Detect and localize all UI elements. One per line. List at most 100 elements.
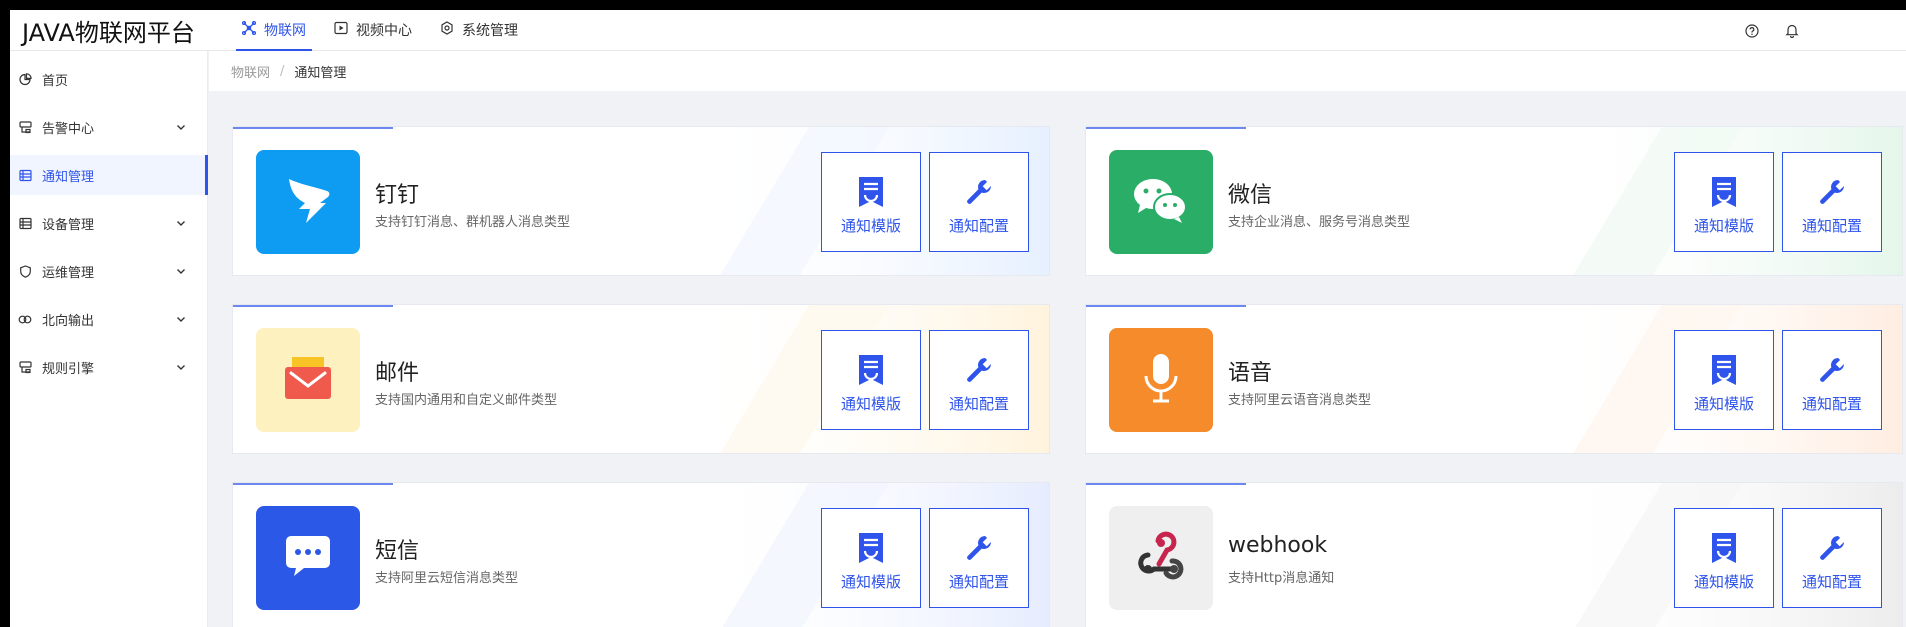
channel-logo — [256, 506, 360, 610]
wrench-icon — [1817, 531, 1847, 565]
wrench-icon — [1817, 353, 1847, 387]
channel-actions: 通知模版 通知配置 — [1674, 330, 1882, 430]
chevron-down-icon — [175, 361, 187, 373]
channel-desc: 支持Http消息通知 — [1228, 571, 1335, 586]
sidebar: 首页 告警中心 通知管理 设备管理 运维管理 北向输出 规则引擎 — [10, 51, 208, 627]
wrench-icon — [964, 531, 994, 565]
chevron-down-icon — [175, 217, 187, 229]
chevron-down-icon — [175, 265, 187, 277]
channel-card-voice: 语音 支持阿里云语音消息类型 通知模版 通知配置 — [1085, 304, 1903, 454]
template-doc-icon — [856, 531, 886, 565]
sidebar-item-label: 规则引擎 — [42, 361, 95, 377]
top-nav: 物联网 视频中心 系统管理 — [228, 10, 532, 51]
alarm-icon — [18, 120, 32, 134]
sidebar-item-ops[interactable]: 运维管理 — [10, 251, 207, 291]
sms-chat-icon — [284, 534, 332, 582]
top-header: JAVA物联网平台 物联网 视频中心 系统管理 — [10, 10, 1906, 51]
template-doc-icon — [1709, 531, 1739, 565]
breadcrumb-current: 通知管理 — [294, 65, 347, 81]
wechat-icon — [1131, 175, 1191, 229]
config-button-label: 通知配置 — [948, 217, 1009, 235]
webhook-icon — [1134, 531, 1188, 585]
config-button[interactable]: 通知配置 — [929, 330, 1029, 430]
template-button-label: 通知模版 — [1693, 573, 1754, 591]
help-icon[interactable] — [1744, 23, 1760, 39]
channel-actions: 通知模版 通知配置 — [821, 330, 1029, 430]
template-doc-icon — [856, 175, 886, 209]
config-button-label: 通知配置 — [1801, 573, 1862, 591]
template-button[interactable]: 通知模版 — [1674, 330, 1774, 430]
bell-icon[interactable] — [1784, 23, 1800, 39]
channel-card-email: 邮件 支持国内通用和自定义邮件类型 通知模版 通知配置 — [232, 304, 1050, 454]
channel-card-sms: 短信 支持阿里云短信消息类型 通知模版 通知配置 — [232, 482, 1050, 627]
dingtalk-icon — [283, 173, 333, 231]
channel-logo — [256, 150, 360, 254]
sidebar-item-label: 设备管理 — [42, 217, 95, 233]
template-doc-icon — [1709, 175, 1739, 209]
template-button[interactable]: 通知模版 — [821, 330, 921, 430]
breadcrumb: 物联网 / 通知管理 — [209, 51, 1906, 91]
template-button[interactable]: 通知模版 — [821, 508, 921, 608]
wrench-icon — [1817, 175, 1847, 209]
config-button-label: 通知配置 — [948, 573, 1009, 591]
northbound-icon — [18, 312, 32, 326]
ops-shield-icon — [18, 264, 32, 278]
channel-desc: 支持阿里云语音消息类型 — [1228, 393, 1372, 408]
sidebar-item-alarm[interactable]: 告警中心 — [10, 107, 207, 147]
sidebar-item-home[interactable]: 首页 — [10, 59, 207, 99]
sidebar-item-label: 通知管理 — [42, 169, 95, 185]
channel-title: 邮件 — [375, 361, 420, 386]
config-button[interactable]: 通知配置 — [1782, 508, 1882, 608]
sidebar-item-rule-engine[interactable]: 规则引擎 — [10, 347, 207, 387]
chevron-down-icon — [175, 121, 187, 133]
channel-desc: 支持国内通用和自定义邮件类型 — [375, 393, 558, 408]
wrench-icon — [964, 175, 994, 209]
channel-card-dingtalk: 钉钉 支持钉钉消息、群机器人消息类型 通知模版 通知配置 — [232, 126, 1050, 276]
top-nav-label: 视频中心 — [356, 23, 412, 39]
sidebar-item-label: 首页 — [42, 73, 69, 89]
channel-title: 钉钉 — [375, 183, 420, 208]
template-button[interactable]: 通知模版 — [1674, 152, 1774, 252]
sidebar-item-label: 告警中心 — [42, 121, 95, 137]
rule-engine-icon — [18, 360, 32, 374]
channel-title: 短信 — [375, 539, 420, 564]
template-button[interactable]: 通知模版 — [1674, 508, 1774, 608]
config-button-label: 通知配置 — [948, 395, 1009, 413]
channel-logo — [1109, 150, 1213, 254]
template-button-label: 通知模版 — [840, 217, 901, 235]
template-button[interactable]: 通知模版 — [821, 152, 921, 252]
breadcrumb-parent[interactable]: 物联网 — [231, 62, 270, 81]
sidebar-item-northbound[interactable]: 北向输出 — [10, 299, 207, 339]
channel-title: 微信 — [1228, 183, 1273, 208]
channel-logo — [256, 328, 360, 432]
top-nav-video[interactable]: 视频中心 — [320, 10, 426, 51]
sidebar-item-notify[interactable]: 通知管理 — [10, 155, 208, 195]
template-button-label: 通知模版 — [1693, 217, 1754, 235]
template-button-label: 通知模版 — [840, 395, 901, 413]
top-nav-label: 系统管理 — [462, 23, 518, 39]
config-button[interactable]: 通知配置 — [1782, 152, 1882, 252]
notify-list-icon — [18, 168, 32, 182]
email-icon — [283, 355, 333, 405]
top-nav-iot[interactable]: 物联网 — [228, 10, 320, 51]
channel-desc: 支持钉钉消息、群机器人消息类型 — [375, 215, 571, 230]
breadcrumb-separator: / — [280, 63, 285, 79]
channel-title: webhook — [1228, 533, 1328, 558]
top-nav-system[interactable]: 系统管理 — [426, 10, 532, 51]
config-button-label: 通知配置 — [1801, 395, 1862, 413]
sidebar-item-device[interactable]: 设备管理 — [10, 203, 207, 243]
video-play-icon — [334, 21, 348, 39]
channel-desc: 支持企业消息、服务号消息类型 — [1228, 215, 1411, 230]
template-button-label: 通知模版 — [840, 573, 901, 591]
system-settings-icon — [440, 21, 454, 39]
device-list-icon — [18, 216, 32, 230]
template-doc-icon — [1709, 353, 1739, 387]
channel-card-webhook: webhook 支持Http消息通知 通知模版 通知配置 — [1085, 482, 1903, 627]
channel-actions: 通知模版 通知配置 — [1674, 152, 1882, 252]
channel-actions: 通知模版 通知配置 — [1674, 508, 1882, 608]
config-button[interactable]: 通知配置 — [929, 152, 1029, 252]
config-button[interactable]: 通知配置 — [1782, 330, 1882, 430]
config-button[interactable]: 通知配置 — [929, 508, 1029, 608]
top-nav-label: 物联网 — [264, 23, 306, 39]
channel-desc: 支持阿里云短信消息类型 — [375, 571, 519, 586]
